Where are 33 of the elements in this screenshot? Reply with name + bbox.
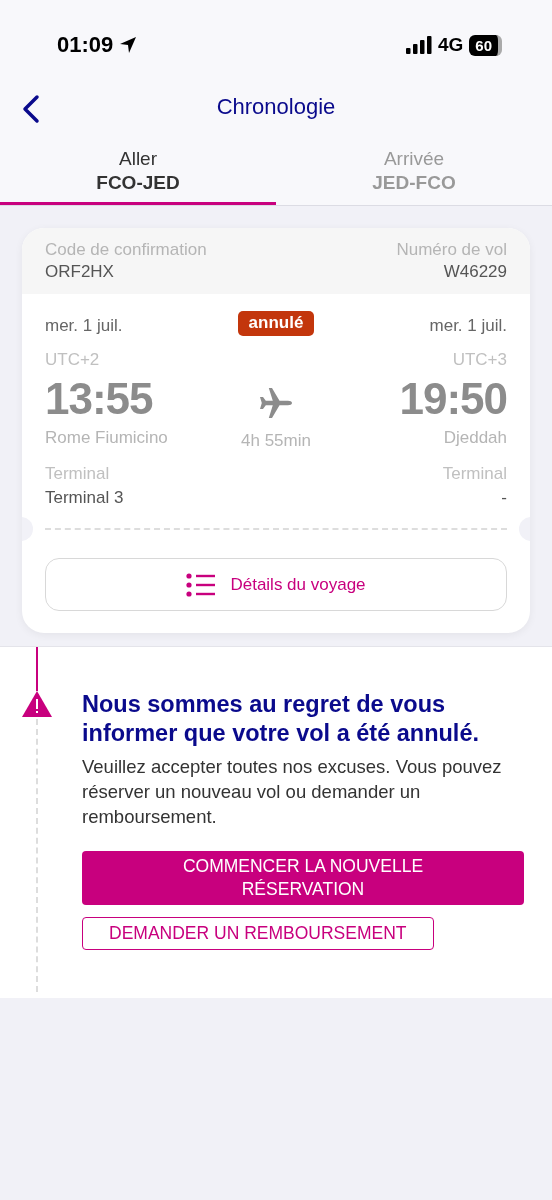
flight-number-label: Numéro de vol	[396, 240, 507, 260]
confirmation-label: Code de confirmation	[45, 240, 207, 260]
signal-icon	[405, 36, 432, 54]
flight-duration: 4h 55min	[241, 431, 311, 451]
terminal-label: Terminal	[442, 464, 507, 484]
chevron-left-icon	[20, 94, 42, 124]
flight-number: W46229	[443, 262, 507, 282]
list-icon	[186, 572, 217, 597]
screen-title: Chronologie	[216, 94, 336, 120]
flight-date: mer. 1 juil.	[45, 316, 124, 336]
confirmation-code: ORF2HX	[45, 262, 115, 282]
terminal-value: -	[501, 488, 507, 508]
timezone: UTC+3	[452, 350, 507, 370]
flight-date: mer. 1 juil.	[429, 316, 507, 336]
terminal-value: Terminal 3	[45, 488, 125, 508]
route-tab[interactable]: Aller FCO-JED	[0, 142, 276, 205]
flight-time: 13:55	[45, 374, 154, 424]
clock-time: 01:09	[57, 32, 114, 58]
trip-details-button[interactable]: Détails du voyage	[45, 558, 507, 611]
flight-time: 19:50	[399, 374, 507, 424]
battery-level: 60	[469, 34, 502, 56]
airport-name: Rome Fiumicino	[45, 428, 169, 448]
airport-name: Djeddah	[443, 428, 507, 448]
timezone: UTC+2	[45, 350, 101, 370]
apology-message: Veuillez accepter toutes nos excuses. Vous pouvez réserver un nouveau vol ou demander un remboursement.	[82, 755, 503, 829]
terminal-label: Terminal	[45, 464, 111, 484]
location-arrow-icon	[119, 36, 138, 54]
refund-button[interactable]: DEMANDER UN REMBOURSEMENT	[82, 917, 434, 950]
new-booking-button[interactable]: COMMENCER LA NOUVELLE RÉSERVATION	[82, 851, 524, 905]
cancellation-heading: Nous sommes au regret de vous informer que votre vol a été annulé.	[82, 690, 480, 748]
status-badge: annulé	[237, 311, 315, 336]
network-label: 4G	[437, 34, 464, 56]
airplane-icon	[258, 385, 294, 421]
